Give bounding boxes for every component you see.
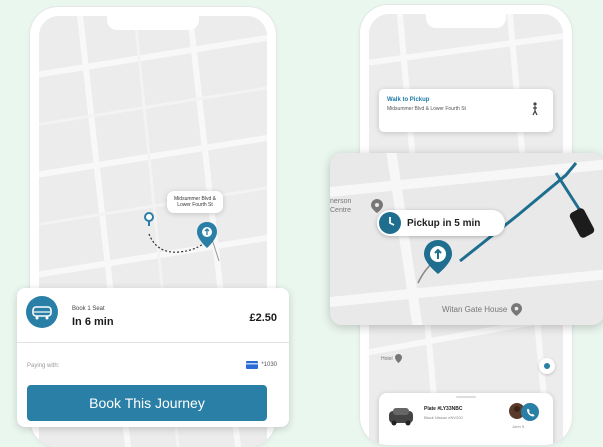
vehicle-model: Black Nissan eNV200 [424, 415, 463, 420]
pin-icon [511, 303, 523, 316]
price: £2.50 [249, 312, 277, 324]
zoomed-map[interactable] [330, 153, 603, 325]
pickup-time-text: Pickup in 5 min [407, 217, 481, 229]
pickup-callout-text: Midsummer Blvd & Lower Fourth St [174, 196, 216, 208]
map-place-label: Hotel [381, 354, 402, 363]
card-number: *1030 [261, 362, 277, 368]
zoomed-map-card: nerson Centre Pickup in 5 min Witan Gate… [330, 153, 603, 325]
call-driver-button[interactable] [521, 403, 539, 421]
map-place-text: Hotel [381, 355, 393, 362]
walk-location: Midsummer Blvd & Lower Fourth St [387, 106, 466, 112]
locate-icon [544, 363, 550, 369]
eta-label: In 6 min [72, 316, 114, 328]
pickup-callout[interactable]: Midsummer Blvd & Lower Fourth St [167, 191, 223, 213]
pin-icon [394, 354, 402, 363]
grab-handle[interactable] [456, 396, 476, 398]
phone-icon [526, 408, 534, 416]
place-label-bottom-text: Witan Gate House [442, 305, 508, 314]
car-icon [389, 408, 413, 426]
pickup-time-pill[interactable]: Pickup in 5 min [377, 210, 505, 236]
booking-panel: Book 1 Seat In 6 min £2.50 Paying with: … [17, 288, 289, 427]
place-label-left: nerson Centre [330, 197, 383, 215]
divider [17, 342, 289, 343]
notch [107, 16, 199, 30]
vehicle-plate: Plate #LY33NBC [424, 406, 463, 412]
paying-label: Paying with: [27, 363, 60, 369]
driver-card[interactable]: Plate #LY33NBC Black Nissan eNV200 John … [379, 393, 553, 445]
walk-card[interactable]: Walk to Pickup Midsummer Blvd & Lower Fo… [379, 89, 553, 132]
walk-icon [532, 102, 538, 116]
pin-icon [371, 199, 383, 213]
payment-method[interactable]: *1030 [246, 361, 277, 369]
start-pin-icon [144, 212, 154, 226]
locate-button[interactable] [539, 358, 555, 374]
place-label-bottom: Witan Gate House [442, 303, 523, 316]
place-label-left-text: nerson Centre [330, 198, 352, 214]
clock-icon [379, 212, 401, 234]
pickup-pin-icon [424, 240, 452, 274]
notch [426, 14, 506, 28]
pickup-pin-icon [197, 222, 217, 248]
bus-icon [26, 296, 58, 328]
seat-count: Book 1 Seat [72, 306, 105, 312]
walk-title: Walk to Pickup [387, 97, 430, 103]
card-icon [246, 361, 259, 369]
book-journey-button[interactable]: Book This Journey [27, 385, 267, 421]
